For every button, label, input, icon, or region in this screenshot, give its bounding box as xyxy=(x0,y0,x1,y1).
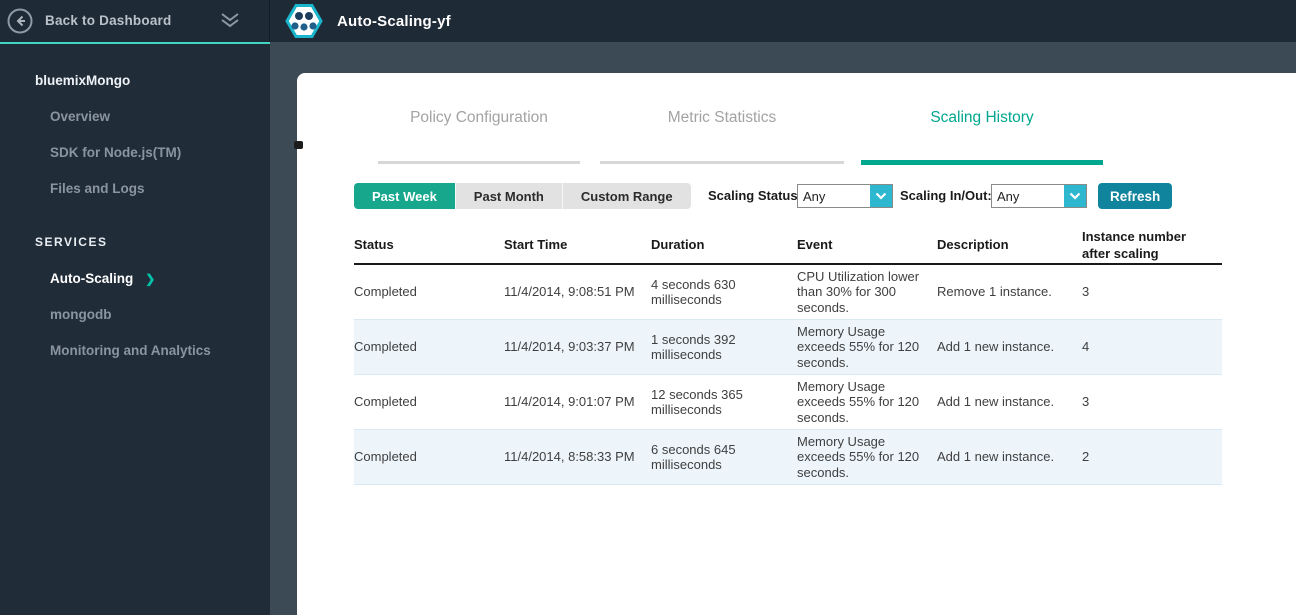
table-row: Completed 11/4/2014, 9:03:37 PM 1 second… xyxy=(354,320,1222,375)
cell-description: Add 1 new instance. xyxy=(937,394,1055,410)
sidebar-item-mongodb[interactable]: mongodb xyxy=(50,307,111,322)
sidebar-services-heading: SERVICES xyxy=(35,235,108,249)
refresh-button[interactable]: Refresh xyxy=(1098,183,1173,209)
back-to-dashboard[interactable]: Back to Dashboard xyxy=(0,0,270,42)
double-chevron-down-icon[interactable] xyxy=(218,11,242,31)
cell-description: Add 1 new instance. xyxy=(937,449,1055,465)
past-month-button[interactable]: Past Month xyxy=(454,183,562,209)
cell-description: Add 1 new instance. xyxy=(937,339,1055,355)
scaling-status-label: Scaling Status: xyxy=(708,188,802,203)
cell-duration: 1 seconds 392 milliseconds xyxy=(651,331,736,362)
sidebar-item-overview[interactable]: Overview xyxy=(50,109,110,124)
column-header-status: Status xyxy=(354,237,394,253)
scaling-status-select[interactable]: Any xyxy=(797,184,893,208)
chevron-down-icon[interactable] xyxy=(1064,185,1086,207)
column-header-event: Event xyxy=(797,237,833,253)
custom-range-button[interactable]: Custom Range xyxy=(561,183,691,209)
back-arrow-icon[interactable] xyxy=(7,8,33,34)
cell-status: Completed xyxy=(354,284,417,300)
cell-instances: 2 xyxy=(1082,449,1090,465)
cell-event: Memory Usage exceeds 55% for 120 seconds… xyxy=(797,434,920,480)
table-row: Completed 11/4/2014, 9:01:07 PM 12 secon… xyxy=(354,375,1222,430)
sidebar-app-name: bluemixMongo xyxy=(35,73,131,88)
tab-label: Policy Configuration xyxy=(410,109,548,126)
cell-start-time: 11/4/2014, 9:08:51 PM xyxy=(504,284,635,300)
content-panel: Policy Configuration Metric Statistics S… xyxy=(294,73,1296,615)
sidebar: bluemixMongo Overview SDK for Node.js(TM… xyxy=(0,44,270,615)
auto-scaling-app-icon xyxy=(285,2,323,40)
tab-underline xyxy=(861,160,1103,165)
cell-duration: 12 seconds 365 milliseconds xyxy=(651,386,743,417)
scaling-inout-select[interactable]: Any xyxy=(991,184,1087,208)
cell-duration: 6 seconds 645 milliseconds xyxy=(651,441,736,472)
cell-status: Completed xyxy=(354,449,417,465)
page-title: Auto-Scaling-yf xyxy=(337,13,451,30)
scaling-history-table: Status Start Time Duration Event Descrip… xyxy=(354,228,1222,485)
column-header-description: Description xyxy=(937,237,1009,253)
past-week-button[interactable]: Past Week xyxy=(354,183,455,209)
cell-start-time: 11/4/2014, 9:01:07 PM xyxy=(504,394,635,410)
table-row: Completed 11/4/2014, 9:08:51 PM 4 second… xyxy=(354,265,1222,320)
cell-duration: 4 seconds 630 milliseconds xyxy=(651,276,736,307)
column-header-instances: Instance number after scaling xyxy=(1082,229,1187,261)
panel-edge-tick xyxy=(294,141,303,149)
cell-status: Completed xyxy=(354,394,417,410)
sidebar-item-label: Auto-Scaling xyxy=(50,271,134,286)
tab-label: Scaling History xyxy=(930,109,1034,126)
sidebar-item-sdk-nodejs[interactable]: SDK for Node.js(TM) xyxy=(50,145,181,160)
time-range-button-group: Past Week Past Month Custom Range xyxy=(354,183,691,209)
column-header-start-time: Start Time xyxy=(504,237,568,253)
sidebar-item-files-and-logs[interactable]: Files and Logs xyxy=(50,181,145,196)
column-header-duration: Duration xyxy=(651,237,705,253)
chevron-down-icon[interactable] xyxy=(870,185,892,207)
cell-instances: 3 xyxy=(1082,284,1090,300)
table-header-row: Status Start Time Duration Event Descrip… xyxy=(354,228,1222,265)
cell-event: Memory Usage exceeds 55% for 120 seconds… xyxy=(797,379,920,425)
cell-instances: 4 xyxy=(1082,339,1090,355)
scaling-inout-label: Scaling In/Out: xyxy=(900,188,992,203)
cell-description: Remove 1 instance. xyxy=(937,284,1052,300)
cell-status: Completed xyxy=(354,339,417,355)
scaling-inout-value: Any xyxy=(997,188,1020,204)
cell-event: CPU Utilization lower than 30% for 300 s… xyxy=(797,269,920,315)
screen: Back to Dashboard Auto-Scaling-yf bluemi… xyxy=(0,0,1296,615)
chevron-right-icon: ❯ xyxy=(145,272,156,286)
sidebar-item-monitoring-analytics[interactable]: Monitoring and Analytics xyxy=(50,343,211,358)
table-row: Completed 11/4/2014, 8:58:33 PM 6 second… xyxy=(354,430,1222,485)
tab-label: Metric Statistics xyxy=(667,109,777,126)
tab-underline xyxy=(600,161,844,164)
cell-start-time: 11/4/2014, 8:58:33 PM xyxy=(504,449,635,465)
scaling-status-value: Any xyxy=(803,188,826,204)
back-label[interactable]: Back to Dashboard xyxy=(45,13,171,28)
sidebar-item-auto-scaling[interactable]: Auto-Scaling ❯ xyxy=(50,271,155,286)
top-header: Back to Dashboard Auto-Scaling-yf xyxy=(0,0,1296,42)
cell-start-time: 11/4/2014, 9:03:37 PM xyxy=(504,339,635,355)
tab-underline xyxy=(378,161,580,164)
filter-bar: Past Week Past Month Custom Range Scalin… xyxy=(297,183,1296,211)
cell-event: Memory Usage exceeds 55% for 120 seconds… xyxy=(797,324,920,370)
cell-instances: 3 xyxy=(1082,394,1090,410)
tab-metric-statistics[interactable]: Metric Statistics xyxy=(600,97,844,167)
tab-scaling-history[interactable]: Scaling History xyxy=(861,97,1103,167)
tab-policy-configuration[interactable]: Policy Configuration xyxy=(378,97,580,167)
